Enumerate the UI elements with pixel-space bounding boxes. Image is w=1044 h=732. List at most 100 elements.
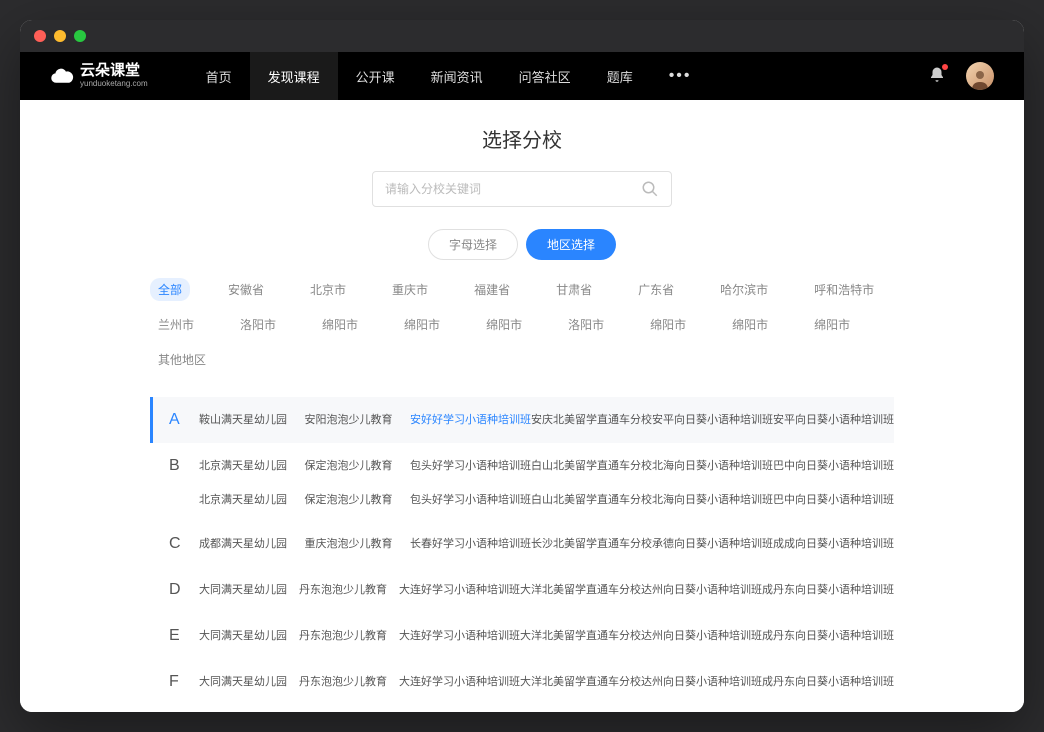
region-chip[interactable]: 呼和浩特市 (806, 278, 882, 301)
region-chip[interactable]: 绵阳市 (806, 313, 858, 336)
nav-item[interactable]: 公开课 (338, 52, 413, 100)
school-link[interactable]: 长春好学习小语种培训班 (410, 535, 531, 551)
search-icon[interactable] (641, 180, 659, 198)
school-link[interactable]: 达州向日葵小语种培训班 (641, 627, 762, 643)
school-link[interactable]: 北海向日葵小语种培训班 (652, 457, 773, 473)
school-link[interactable]: 成丹东向日葵小语种培训班 (762, 673, 894, 689)
school-link[interactable]: 安庆北美留学直通车分校 (531, 411, 652, 427)
region-chip[interactable]: 安徽省 (220, 278, 272, 301)
region-chip[interactable]: 其他地区 (150, 348, 214, 371)
school-rows: 大同满天星幼儿园丹东泡泡少儿教育大连好学习小语种培训班大洋北美留学直通车分校达州… (199, 673, 894, 689)
tab-region[interactable]: 地区选择 (526, 229, 616, 260)
region-filter: 全部 安徽省 北京市 重庆市 福建省 甘肃省 广东省 哈尔滨市 呼和浩特市兰州市 洛阳市 绵阳市 绵阳… (20, 278, 1024, 371)
region-chip[interactable]: 洛阳市 (232, 313, 284, 336)
school-link[interactable]: 成成向日葵小语种培训班 (773, 535, 894, 551)
school-rows: 鞍山满天星幼儿园安阳泡泡少儿教育安好好学习小语种培训班安庆北美留学直通车分校安平… (199, 411, 894, 427)
region-chip[interactable]: 广东省 (630, 278, 682, 301)
school-link[interactable]: 北京满天星幼儿园 (199, 491, 305, 507)
letter-group: C成都满天星幼儿园重庆泡泡少儿教育长春好学习小语种培训班长沙北美留学直通车分校承… (150, 521, 894, 567)
school-rows: 成都满天星幼儿园重庆泡泡少儿教育长春好学习小语种培训班长沙北美留学直通车分校承德… (199, 535, 894, 551)
header: 云朵课堂 yunduoketang.com 首页发现课程公开课新闻资讯问答社区题… (20, 52, 1024, 100)
school-link[interactable]: 丹东泡泡少儿教育 (299, 627, 399, 643)
region-chip[interactable]: 重庆市 (384, 278, 436, 301)
school-link[interactable]: 大同满天星幼儿园 (199, 627, 299, 643)
nav-item[interactable]: 新闻资讯 (413, 52, 501, 100)
school-link[interactable]: 成丹东向日葵小语种培训班 (762, 627, 894, 643)
school-link[interactable]: 长沙北美留学直通车分校 (531, 535, 652, 551)
school-link[interactable]: 达州向日葵小语种培训班 (641, 673, 762, 689)
region-chip[interactable]: 洛阳市 (560, 313, 612, 336)
school-link[interactable]: 大洋北美留学直通车分校 (520, 581, 641, 597)
nav-item[interactable]: 首页 (188, 52, 250, 100)
school-link[interactable]: 丹东泡泡少儿教育 (299, 581, 399, 597)
nav-more[interactable]: ••• (651, 67, 710, 85)
school-link[interactable]: 大洋北美留学直通车分校 (520, 627, 641, 643)
nav-item[interactable]: 题库 (589, 52, 651, 100)
search-input[interactable] (385, 182, 641, 196)
school-row: 大同满天星幼儿园丹东泡泡少儿教育大连好学习小语种培训班大洋北美留学直通车分校达州… (199, 627, 894, 643)
school-list: A鞍山满天星幼儿园安阳泡泡少儿教育安好好学习小语种培训班安庆北美留学直通车分校安… (20, 397, 1024, 712)
school-link[interactable]: 安阳泡泡少儿教育 (305, 411, 411, 427)
letter-group: A鞍山满天星幼儿园安阳泡泡少儿教育安好好学习小语种培训班安庆北美留学直通车分校安… (150, 397, 894, 443)
school-link[interactable]: 重庆泡泡少儿教育 (305, 535, 411, 551)
school-link[interactable]: 达州向日葵小语种培训班 (641, 581, 762, 597)
school-row: 鞍山满天星幼儿园安阳泡泡少儿教育安好好学习小语种培训班安庆北美留学直通车分校安平… (199, 411, 894, 427)
school-link[interactable]: 大同满天星幼儿园 (199, 673, 299, 689)
letter-group: F大同满天星幼儿园丹东泡泡少儿教育大连好学习小语种培训班大洋北美留学直通车分校达… (150, 659, 894, 705)
region-chip[interactable]: 绵阳市 (396, 313, 448, 336)
school-link[interactable]: 保定泡泡少儿教育 (305, 491, 411, 507)
letter-group: E大同满天星幼儿园丹东泡泡少儿教育大连好学习小语种培训班大洋北美留学直通车分校达… (150, 613, 894, 659)
school-link[interactable]: 包头好学习小语种培训班 (410, 491, 531, 507)
region-chip[interactable]: 福建省 (466, 278, 518, 301)
school-link[interactable]: 鞍山满天星幼儿园 (199, 411, 305, 427)
search-box (372, 171, 672, 207)
school-link[interactable]: 包头好学习小语种培训班 (410, 457, 531, 473)
minimize-window-button[interactable] (54, 30, 66, 42)
school-link[interactable]: 白山北美留学直通车分校 (531, 457, 652, 473)
region-chip[interactable]: 北京市 (302, 278, 354, 301)
school-link[interactable]: 大连好学习小语种培训班 (399, 627, 520, 643)
letter-label: B (169, 457, 199, 475)
region-chip[interactable]: 全部 (150, 278, 190, 301)
avatar-icon (968, 66, 992, 90)
nav-item[interactable]: 问答社区 (501, 52, 589, 100)
school-row: 成都满天星幼儿园重庆泡泡少儿教育长春好学习小语种培训班长沙北美留学直通车分校承德… (199, 535, 894, 551)
school-link[interactable]: 成丹东向日葵小语种培训班 (762, 581, 894, 597)
page-title: 选择分校 (20, 100, 1024, 171)
school-link[interactable]: 白山北美留学直通车分校 (531, 491, 652, 507)
school-link[interactable]: 保定泡泡少儿教育 (305, 457, 411, 473)
school-link[interactable]: 安好好学习小语种培训班 (410, 411, 531, 427)
school-row: 大同满天星幼儿园丹东泡泡少儿教育大连好学习小语种培训班大洋北美留学直通车分校达州… (199, 673, 894, 689)
region-chip[interactable]: 兰州市 (150, 313, 202, 336)
region-chip[interactable]: 甘肃省 (548, 278, 600, 301)
user-avatar[interactable] (966, 62, 994, 90)
school-row: 大同满天星幼儿园丹东泡泡少儿教育大连好学习小语种培训班大洋北美留学直通车分校达州… (199, 581, 894, 597)
region-chip[interactable]: 绵阳市 (314, 313, 366, 336)
region-chip[interactable]: 绵阳市 (724, 313, 776, 336)
close-window-button[interactable] (34, 30, 46, 42)
school-link[interactable]: 丹东泡泡少儿教育 (299, 673, 399, 689)
school-link[interactable]: 巴中向日葵小语种培训班 (773, 457, 894, 473)
school-link[interactable]: 北京满天星幼儿园 (199, 457, 305, 473)
region-chip[interactable]: 哈尔滨市 (712, 278, 776, 301)
school-link[interactable]: 北海向日葵小语种培训班 (652, 491, 773, 507)
tab-alphabet[interactable]: 字母选择 (428, 229, 518, 260)
letter-label: E (169, 627, 199, 645)
logo[interactable]: 云朵课堂 yunduoketang.com (50, 63, 148, 88)
region-chip[interactable]: 绵阳市 (642, 313, 694, 336)
school-link[interactable]: 成都满天星幼儿园 (199, 535, 305, 551)
school-link[interactable]: 承德向日葵小语种培训班 (652, 535, 773, 551)
school-link[interactable]: 安平向日葵小语种培训班 (652, 411, 773, 427)
region-chip[interactable]: 绵阳市 (478, 313, 530, 336)
notifications-button[interactable] (928, 66, 946, 87)
school-link[interactable]: 巴中向日葵小语种培训班 (773, 491, 894, 507)
school-link[interactable]: 大同满天星幼儿园 (199, 581, 299, 597)
letter-label: C (169, 535, 199, 553)
school-link[interactable]: 大连好学习小语种培训班 (399, 581, 520, 597)
school-link[interactable]: 大洋北美留学直通车分校 (520, 673, 641, 689)
school-row: 北京满天星幼儿园保定泡泡少儿教育包头好学习小语种培训班白山北美留学直通车分校北海… (199, 491, 894, 507)
nav-item[interactable]: 发现课程 (250, 52, 338, 100)
school-link[interactable]: 安平向日葵小语种培训班 (773, 411, 894, 427)
maximize-window-button[interactable] (74, 30, 86, 42)
school-link[interactable]: 大连好学习小语种培训班 (399, 673, 520, 689)
